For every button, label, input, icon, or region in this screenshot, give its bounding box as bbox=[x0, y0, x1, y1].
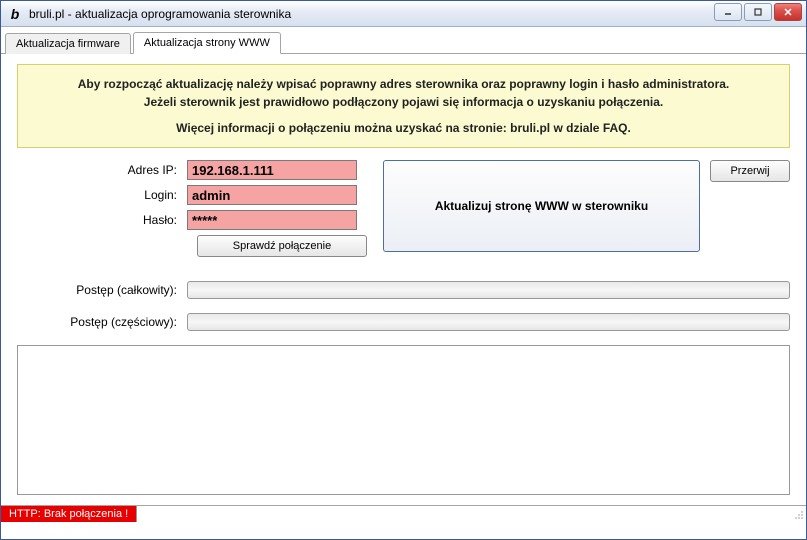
password-input[interactable] bbox=[187, 210, 357, 230]
window-title: bruli.pl - aktualizacja oprogramowania s… bbox=[29, 7, 291, 21]
update-www-button[interactable]: Aktualizuj stronę WWW w sterowniku bbox=[383, 160, 700, 252]
instructions-line: Aby rozpocząć aktualizację należy wpisać… bbox=[32, 75, 775, 93]
window-titlebar: b bruli.pl - aktualizacja oprogramowania… bbox=[1, 1, 806, 27]
progress-total-bar bbox=[187, 281, 790, 299]
progress-total-label: Postęp (całkowity): bbox=[17, 283, 187, 297]
resize-grip-icon[interactable] bbox=[788, 506, 806, 522]
check-connection-button[interactable]: Sprawdź połączenie bbox=[197, 235, 367, 257]
ip-label: Adres IP: bbox=[17, 163, 187, 177]
login-label: Login: bbox=[17, 188, 187, 202]
status-bar: HTTP: Brak połączenia ! bbox=[1, 505, 806, 522]
tab-firmware[interactable]: Aktualizacja firmware bbox=[5, 33, 131, 54]
tab-www[interactable]: Aktualizacja strony WWW bbox=[133, 32, 281, 54]
instructions-line: Więcej informacji o połączeniu można uzy… bbox=[32, 119, 775, 137]
progress-partial-label: Postęp (częściowy): bbox=[17, 315, 187, 329]
window-controls bbox=[714, 3, 802, 21]
maximize-button[interactable] bbox=[744, 3, 772, 21]
password-label: Hasło: bbox=[17, 213, 187, 227]
close-button[interactable] bbox=[774, 3, 802, 21]
status-http: HTTP: Brak połączenia ! bbox=[1, 506, 137, 522]
progress-partial-bar bbox=[187, 313, 790, 331]
log-output bbox=[17, 345, 790, 495]
tab-strip: Aktualizacja firmware Aktualizacja stron… bbox=[1, 27, 806, 54]
ip-input[interactable] bbox=[187, 160, 357, 180]
status-empty bbox=[137, 506, 788, 522]
cancel-button[interactable]: Przerwij bbox=[710, 160, 790, 182]
login-input[interactable] bbox=[187, 185, 357, 205]
app-icon: b bbox=[7, 6, 23, 22]
instructions-panel: Aby rozpocząć aktualizację należy wpisać… bbox=[17, 64, 790, 148]
instructions-line: Jeżeli sterownik jest prawidłowo podłącz… bbox=[32, 93, 775, 111]
minimize-button[interactable] bbox=[714, 3, 742, 21]
